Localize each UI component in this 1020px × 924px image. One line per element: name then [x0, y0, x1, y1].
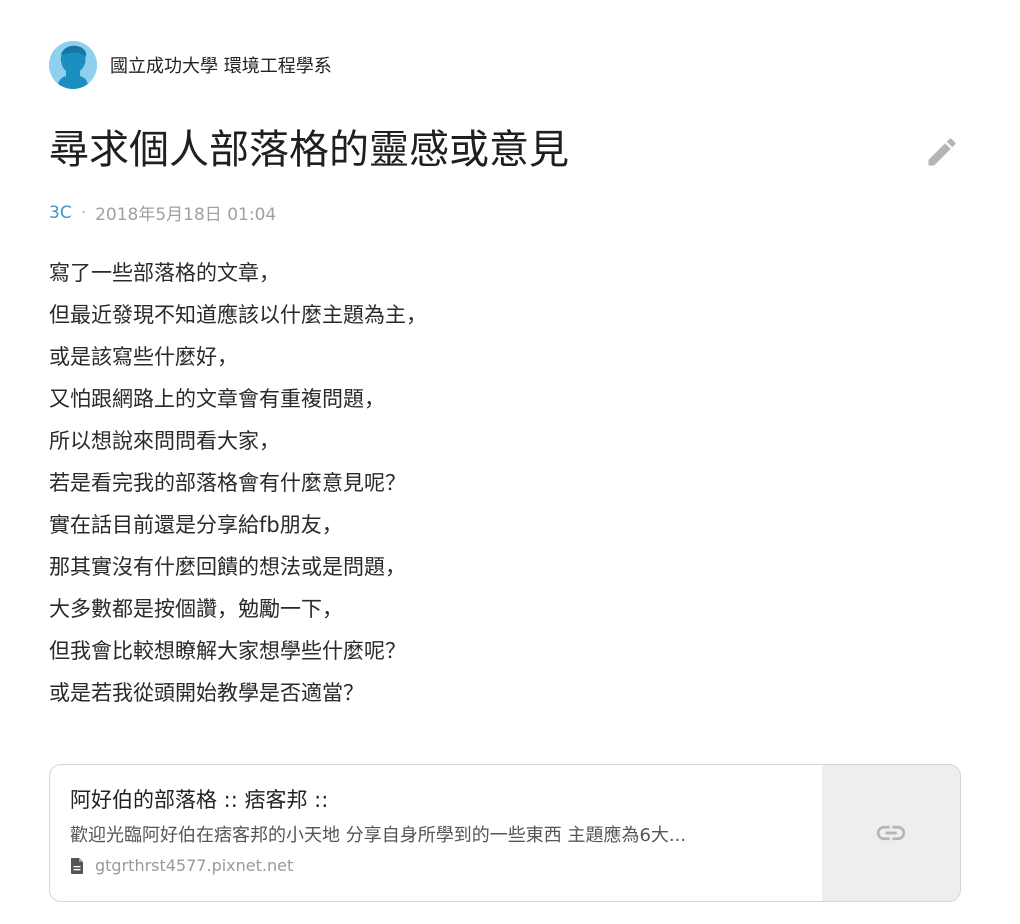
link-card-title: 阿好伯的部落格 :: 痞客邦 :: [70, 788, 329, 812]
link-card-thumbnail [822, 765, 960, 901]
content-line: 那其實沒有什麼回饋的想法或是問題， [49, 555, 406, 579]
meta-separator: · [80, 202, 87, 223]
post-content: 寫了一些部落格的文章， 但最近發現不知道應該以什麼主題為主， 或是該寫些什麼好，… [49, 252, 949, 714]
author-header: 國立成功大學 環境工程學系 [49, 41, 332, 89]
content-line: 實在話目前還是分享給fb朋友， [49, 513, 343, 537]
pencil-icon[interactable] [924, 134, 960, 170]
post-timestamp: 2018年5月18日 01:04 [95, 205, 277, 225]
document-icon [71, 857, 83, 874]
content-line: 但我會比較想瞭解大家想學些什麼呢？ [49, 639, 406, 663]
category-link[interactable]: 3C [49, 203, 72, 223]
author-avatar[interactable] [49, 41, 97, 89]
link-icon [876, 825, 906, 841]
author-name[interactable]: 國立成功大學 環境工程學系 [110, 52, 332, 78]
link-preview-card[interactable]: 阿好伯的部落格 :: 痞客邦 :: 歡迎光臨阿好伯在痞客邦的小天地 分享自身所學… [49, 764, 961, 902]
content-line: 又怕跟網路上的文章會有重複問題， [49, 387, 385, 411]
link-card-domain-row: gtgrthrst4577.pixnet.net [70, 856, 800, 875]
content-line: 所以想說來問問看大家， [49, 429, 280, 453]
content-line: 若是看完我的部落格會有什麼意見呢？ [49, 471, 406, 495]
content-line: 大多數都是按個讚，勉勵一下， [49, 597, 343, 621]
content-line: 或是該寫些什麼好， [49, 345, 238, 369]
link-card-description: 歡迎光臨阿好伯在痞客邦的小天地 分享自身所學到的一些東西 主題應為6大... [70, 825, 687, 846]
link-card-domain: gtgrthrst4577.pixnet.net [95, 856, 294, 875]
post-page: 國立成功大學 環境工程學系 尋求個人部落格的靈感或意見 3C · 2018年5月… [0, 0, 1020, 924]
content-line: 但最近發現不知道應該以什麼主題為主， [49, 303, 427, 327]
person-silhouette-icon [49, 41, 97, 89]
link-card-text: 阿好伯的部落格 :: 痞客邦 :: 歡迎光臨阿好伯在痞客邦的小天地 分享自身所學… [70, 785, 800, 875]
content-line: 寫了一些部落格的文章， [49, 261, 280, 285]
post-title: 尋求個人部落格的靈感或意見 [49, 127, 569, 173]
post-meta: 3C · 2018年5月18日 01:04 [49, 200, 277, 226]
content-line: 或是若我從頭開始教學是否適當？ [49, 681, 364, 705]
